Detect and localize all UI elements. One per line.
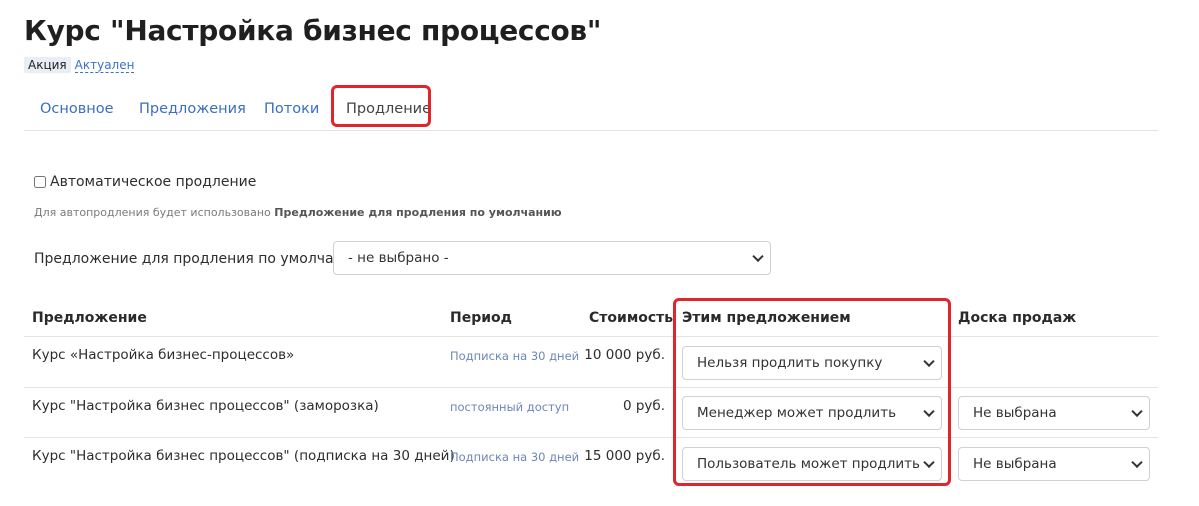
action-column-highlight (673, 298, 951, 486)
table-divider (24, 437, 1158, 438)
table-divider (24, 387, 1158, 388)
offer-cost: 15 000 руб. (584, 448, 665, 464)
tab-offers[interactable]: Предложения (139, 101, 246, 117)
tab-streams[interactable]: Потоки (264, 101, 319, 117)
hint-text: Для автопродления будет использовано (34, 206, 271, 219)
default-offer-value: - не выбрано - (348, 250, 449, 266)
hint-bold-text: Предложение для продления по умолчанию (274, 206, 562, 219)
offer-cost: 10 000 руб. (584, 347, 665, 363)
auto-renew-option[interactable]: Автоматическое продление (34, 174, 256, 190)
offer-period: постоянный доступ (450, 400, 570, 414)
auto-renew-checkbox[interactable] (34, 176, 46, 188)
page-title: Курс "Настройка бизнес процессов" (24, 14, 602, 47)
tab-highlight-frame (331, 85, 431, 127)
default-offer-select[interactable]: - не выбрано - (333, 241, 771, 275)
table-divider (24, 336, 1158, 337)
header-period: Период (450, 310, 512, 326)
offer-period: Подписка на 30 дней (450, 450, 580, 464)
chevron-down-icon (1131, 405, 1143, 418)
sales-board-value: Не выбрана (973, 456, 1057, 472)
offer-name: Курс «Настройка бизнес-процессов» (32, 347, 295, 363)
promo-badge: Акция (24, 57, 71, 73)
header-offer: Предложение (32, 310, 147, 326)
offer-name: Курс "Настройка бизнес процессов" (подпи… (32, 448, 455, 464)
tab-bar: Основное Предложения Потоки Продление (24, 85, 1158, 131)
offer-cost: 0 руб. (622, 398, 665, 414)
tab-main[interactable]: Основное (40, 101, 114, 117)
offer-name: Курс "Настройка бизнес процессов" (замор… (32, 398, 379, 414)
chevron-down-icon (1131, 456, 1143, 469)
status-link[interactable]: Актуален (74, 58, 135, 73)
header-cost: Стоимость (589, 310, 674, 326)
sales-board-select[interactable]: Не выбрана (958, 447, 1150, 481)
auto-renew-hint: Для автопродления будет использовано Пре… (34, 206, 562, 219)
course-tags: Акция Актуален (24, 57, 135, 73)
header-board: Доска продаж (958, 310, 1077, 326)
auto-renew-label: Автоматическое продление (50, 174, 257, 190)
default-offer-label: Предложение для продления по умолчанию: (34, 251, 369, 267)
sales-board-select[interactable]: Не выбрана (958, 396, 1150, 430)
offer-period: Подписка на 30 дней (450, 349, 580, 363)
chevron-down-icon (752, 250, 764, 263)
sales-board-value: Не выбрана (973, 405, 1057, 421)
